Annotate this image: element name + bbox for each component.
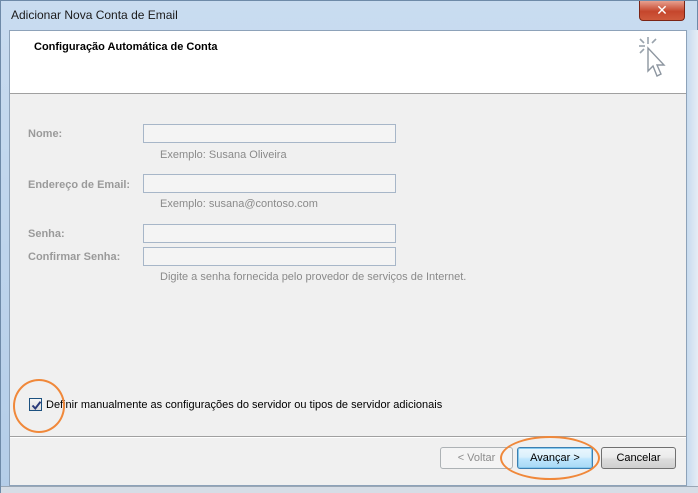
back-button[interactable]: < Voltar <box>440 447 513 469</box>
footer-separator <box>10 436 686 438</box>
password-hint: Digite a senha fornecida pelo provedor d… <box>160 271 467 283</box>
window-right-edge <box>687 30 698 486</box>
next-button[interactable]: Avançar > <box>517 447 593 469</box>
window-title: Adicionar Nova Conta de Email <box>11 8 178 22</box>
wizard-header: Configuração Automática de Conta <box>10 31 686 94</box>
password-input[interactable] <box>143 224 396 243</box>
dialog-window: Adicionar Nova Conta de Email ✕ Configur… <box>0 0 698 493</box>
cancel-button[interactable]: Cancelar <box>601 447 676 469</box>
name-hint: Exemplo: Susana Oliveira <box>160 149 287 161</box>
confirm-password-input[interactable] <box>143 247 396 266</box>
email-hint: Exemplo: susana@contoso.com <box>160 198 318 210</box>
background-app-strip <box>1 486 698 493</box>
confirm-password-label: Confirmar Senha: <box>28 251 121 263</box>
email-input[interactable] <box>143 174 396 193</box>
title-bar[interactable]: Adicionar Nova Conta de Email ✕ <box>1 1 698 29</box>
password-label: Senha: <box>28 228 65 240</box>
page-title: Configuração Automática de Conta <box>34 41 218 53</box>
name-input[interactable] <box>143 124 396 143</box>
checkmark-icon <box>31 401 42 411</box>
close-button[interactable]: ✕ <box>639 1 685 21</box>
manual-config-label[interactable]: Definir manualmente as configurações do … <box>46 399 442 411</box>
email-label: Endereço de Email: <box>28 179 131 191</box>
dialog-client-area: Configuração Automática de Conta Nome: E… <box>9 30 687 486</box>
manual-config-checkbox[interactable] <box>29 398 42 411</box>
sparkle-cursor-icon <box>639 37 666 77</box>
name-label: Nome: <box>28 128 63 140</box>
